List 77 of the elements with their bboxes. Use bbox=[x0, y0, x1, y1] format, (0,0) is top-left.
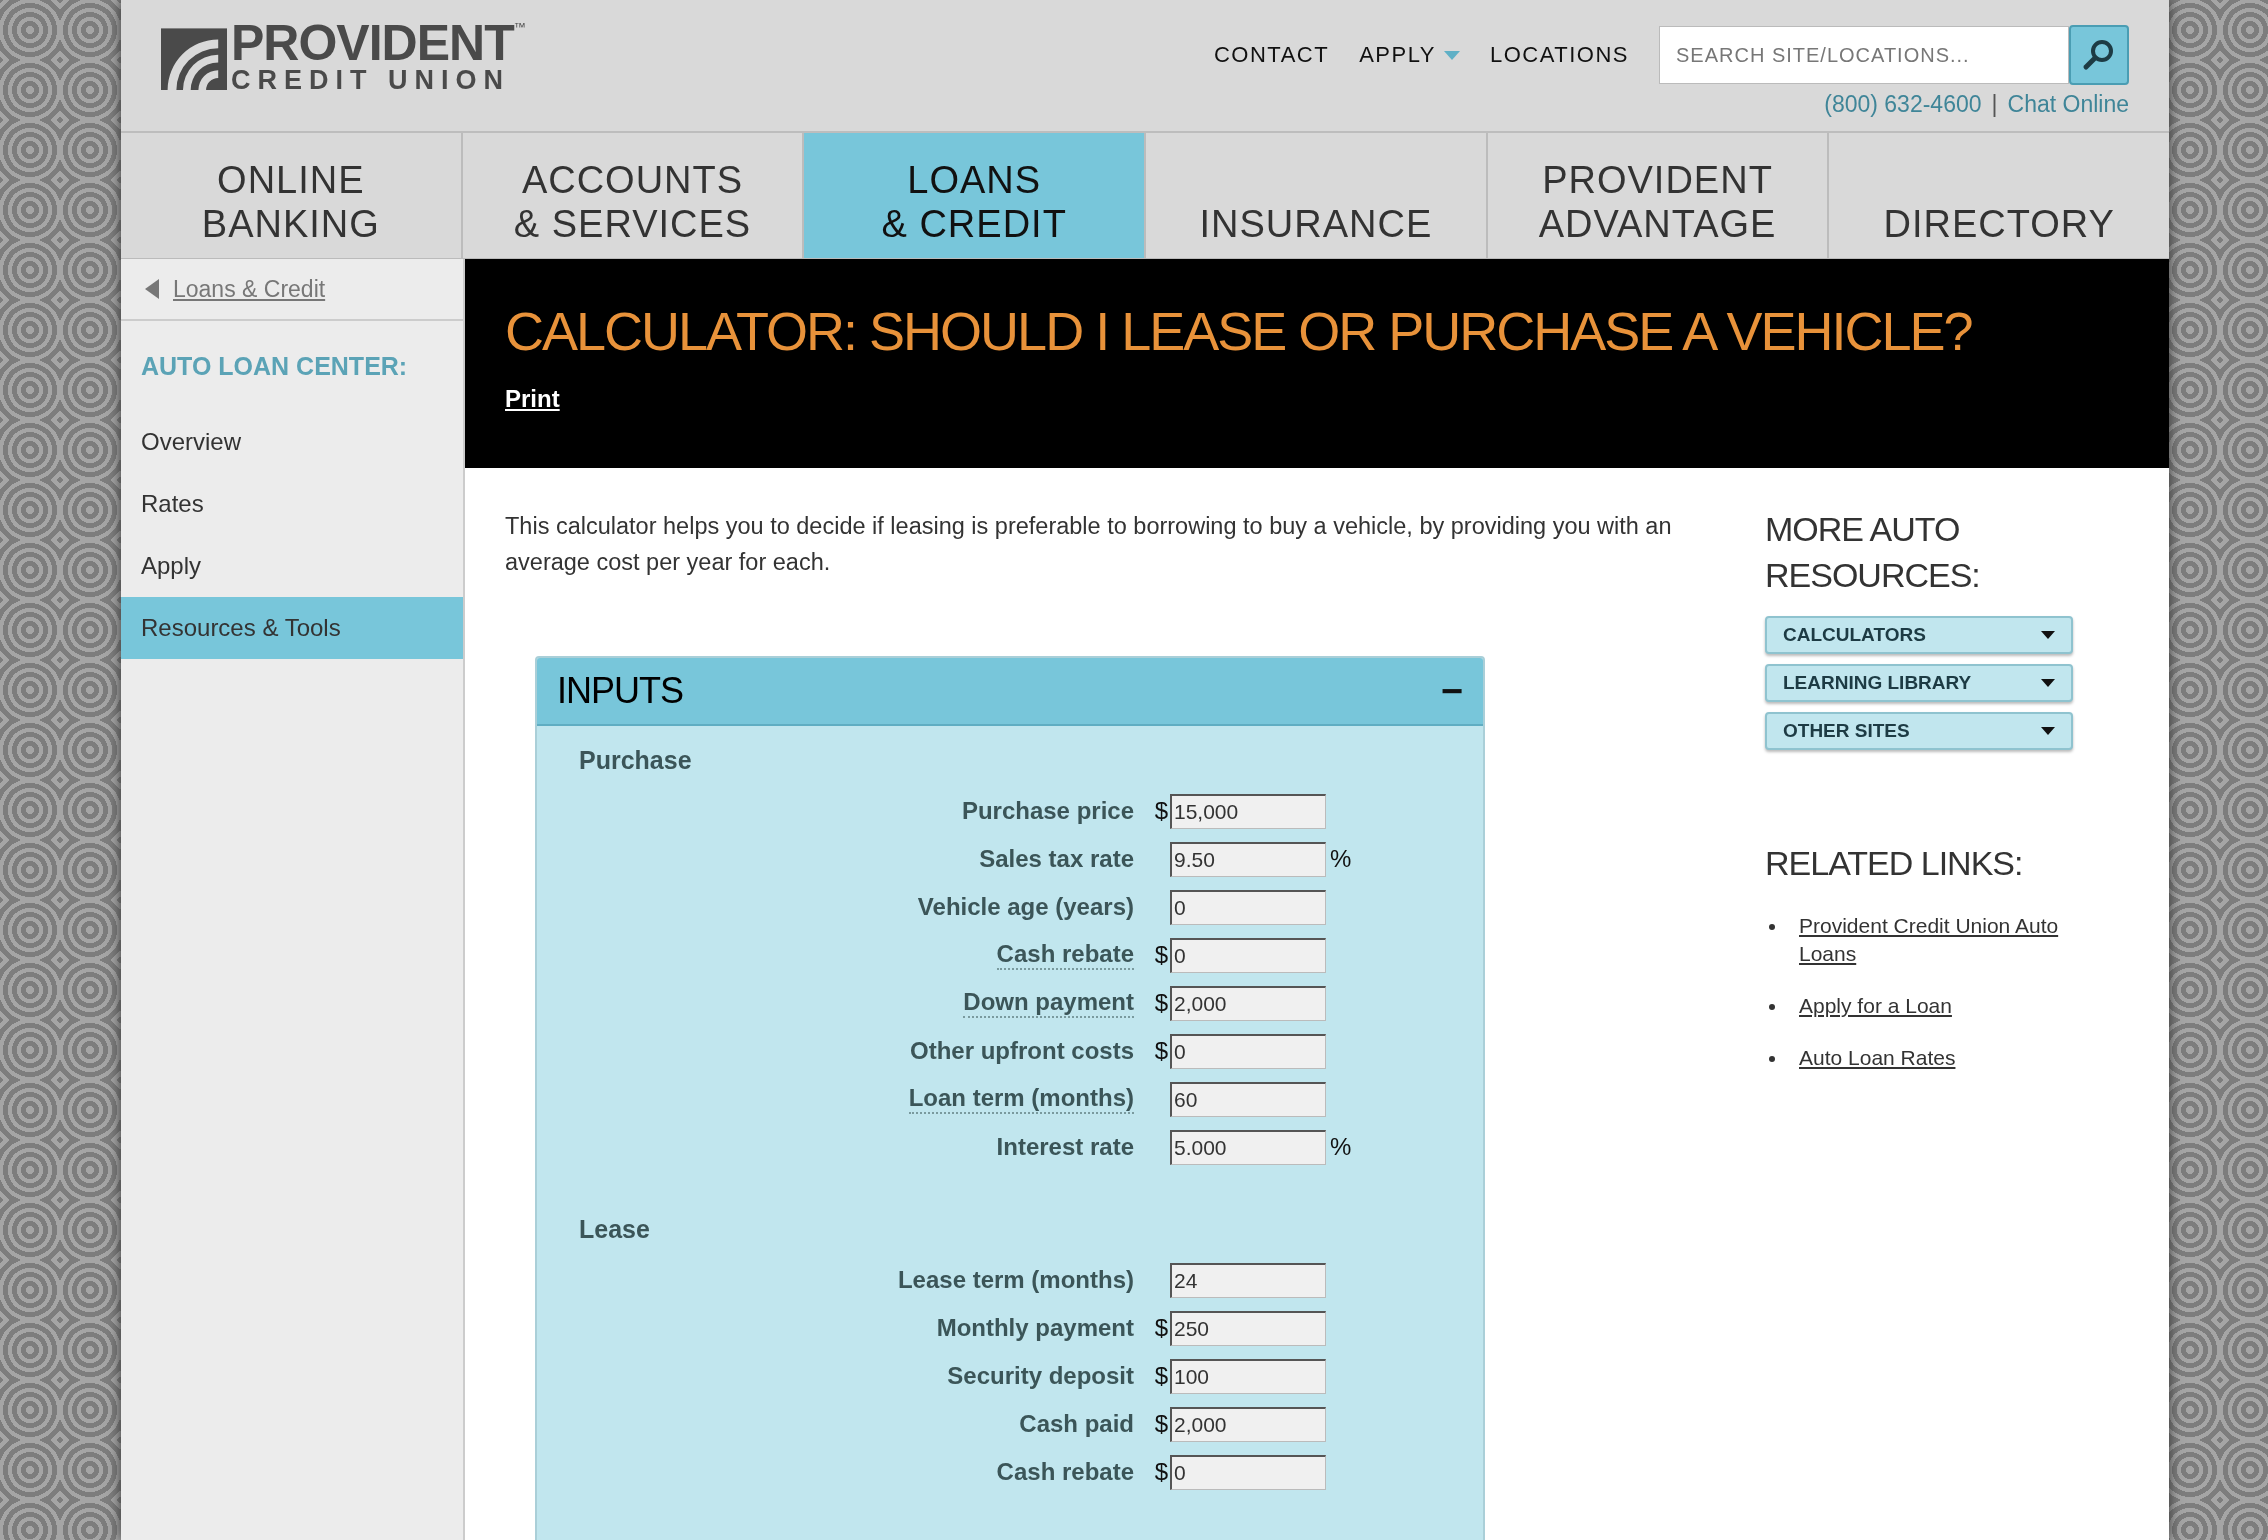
sidebar-item[interactable]: Resources & Tools bbox=[121, 597, 463, 659]
top-link[interactable]: APPLY bbox=[1359, 42, 1460, 68]
currency-sign: $ bbox=[1154, 1410, 1168, 1437]
print-link[interactable]: Print bbox=[505, 385, 560, 413]
input-field[interactable]: 9.50 bbox=[1170, 841, 1326, 877]
bullet-icon bbox=[1769, 1004, 1775, 1010]
caret-icon bbox=[1444, 50, 1460, 60]
input-field[interactable]: 2,000 bbox=[1170, 985, 1326, 1021]
input-field[interactable]: 2,000 bbox=[1170, 1406, 1326, 1442]
dropdown-button[interactable]: LEARNING LIBRARY bbox=[1765, 664, 2073, 702]
back-link[interactable]: Loans & Credit bbox=[121, 259, 463, 321]
sidebar-item[interactable]: Apply bbox=[121, 535, 463, 597]
field-label: Interest rate bbox=[996, 1133, 1134, 1161]
field-label: Sales tax rate bbox=[979, 845, 1134, 873]
input-field[interactable]: 100 bbox=[1170, 1358, 1326, 1394]
search-field[interactable]: SEARCH SITE/LOCATIONS... bbox=[1659, 26, 2069, 84]
sidebar-item[interactable]: Rates bbox=[121, 473, 463, 535]
nav-tab[interactable]: ONLINE BANKING bbox=[121, 133, 461, 258]
input-field[interactable]: 0 bbox=[1170, 1033, 1326, 1069]
field-label: Down payment bbox=[963, 988, 1134, 1018]
input-field[interactable]: 0 bbox=[1170, 889, 1326, 925]
field-label: Purchase price bbox=[961, 797, 1134, 825]
field-label: Security deposit bbox=[947, 1362, 1134, 1390]
sidebar-heading: AUTO LOAN CENTER: bbox=[140, 350, 409, 382]
input-field[interactable]: 24 bbox=[1170, 1262, 1326, 1298]
section-title: Lease bbox=[579, 1215, 651, 1244]
top-link[interactable]: CONTACT bbox=[1213, 42, 1330, 68]
top-link[interactable]: LOCATIONS bbox=[1490, 42, 1629, 68]
currency-sign: $ bbox=[1154, 989, 1168, 1016]
input-field[interactable]: 0 bbox=[1170, 937, 1326, 973]
search-icon bbox=[2082, 38, 2116, 72]
bullet-icon bbox=[1769, 924, 1775, 930]
input-field[interactable]: 250 bbox=[1170, 1310, 1326, 1346]
currency-sign: $ bbox=[1154, 1458, 1168, 1485]
back-arrow-icon bbox=[145, 279, 159, 299]
page-title: CALCULATOR: SHOULD I LEASE OR PURCHASE A VEHICLE? bbox=[505, 300, 1972, 363]
collapse-button[interactable]: − bbox=[1436, 669, 1467, 713]
caret-icon bbox=[2041, 679, 2055, 687]
input-field[interactable]: 0 bbox=[1170, 1454, 1326, 1490]
logo-name: PROVIDENT bbox=[231, 20, 514, 66]
input-field[interactable]: 60 bbox=[1170, 1081, 1326, 1117]
currency-sign: $ bbox=[1154, 1037, 1168, 1064]
dropdown-button[interactable]: CALCULATORS bbox=[1765, 616, 2073, 654]
dropdown-button[interactable]: OTHER SITES bbox=[1765, 712, 2073, 750]
input-field[interactable]: 5.000 bbox=[1170, 1129, 1326, 1165]
related-heading: RELATED LINKS: bbox=[1765, 843, 2023, 884]
field-label: Cash rebate bbox=[996, 1458, 1134, 1486]
logo-subtitle: CREDIT UNION bbox=[231, 66, 511, 94]
related-link[interactable]: Auto Loan Rates bbox=[1799, 1044, 1956, 1072]
panel-title: INPUTS bbox=[557, 670, 683, 712]
field-label: Lease term (months) bbox=[897, 1266, 1134, 1294]
currency-sign: $ bbox=[1154, 941, 1168, 968]
bullet-icon bbox=[1769, 1056, 1775, 1062]
field-label: Loan term (months) bbox=[908, 1084, 1134, 1114]
separator: | bbox=[1991, 91, 1998, 118]
intro-text: This calculator helps you to decide if leasing is preferable to borrowing to buy a vehicle, by providing you with an average cost per year for each. bbox=[505, 512, 1673, 577]
nav-tab[interactable]: LOANS & CREDIT bbox=[802, 133, 1144, 258]
field-label: Vehicle age (years) bbox=[917, 893, 1134, 921]
caret-icon bbox=[2041, 727, 2055, 735]
input-field[interactable]: 15,000 bbox=[1170, 793, 1326, 829]
resources-heading: MORE AUTO RESOURCES: bbox=[1765, 509, 1980, 596]
field-label: Monthly payment bbox=[936, 1314, 1134, 1342]
currency-sign: $ bbox=[1154, 1362, 1168, 1389]
currency-sign: $ bbox=[1154, 1314, 1168, 1341]
field-label: Cash rebate bbox=[996, 940, 1134, 970]
related-link[interactable]: Apply for a Loan bbox=[1799, 992, 1952, 1020]
sidebar-item[interactable]: Overview bbox=[121, 411, 463, 473]
search-button[interactable] bbox=[2069, 25, 2129, 85]
field-label: Other upfront costs bbox=[910, 1037, 1134, 1065]
related-link[interactable]: Provident Credit Union Auto Loans bbox=[1799, 912, 2085, 968]
currency-sign: $ bbox=[1154, 797, 1168, 824]
field-label: Cash paid bbox=[1019, 1410, 1134, 1438]
trademark: ™ bbox=[513, 20, 526, 34]
percent-sign: % bbox=[1330, 845, 1352, 873]
caret-icon bbox=[2041, 631, 2055, 639]
percent-sign: % bbox=[1330, 1133, 1352, 1161]
section-title: Purchase bbox=[579, 746, 693, 775]
